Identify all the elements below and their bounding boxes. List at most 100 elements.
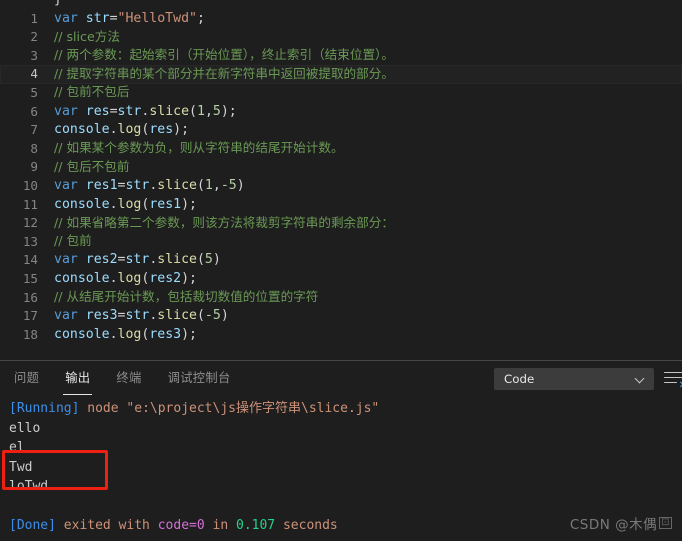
code-token: "HelloTwd" bbox=[117, 10, 197, 26]
code-token: str bbox=[125, 252, 150, 268]
code-token: slice bbox=[149, 103, 190, 119]
code-line-partial: } bbox=[0, 0, 682, 10]
panel-header: 问题输出终端调试控制台 Code ✕ bbox=[0, 361, 682, 396]
code-token: str bbox=[117, 103, 142, 119]
code-line[interactable]: 4 // 提取字符串的某个部分并在新字符串中返回被提取的部分。 bbox=[0, 65, 682, 84]
panel-tab[interactable]: 输出 bbox=[63, 361, 93, 396]
code-token: // 包后不包前 bbox=[54, 158, 130, 174]
code-token: , bbox=[204, 103, 213, 119]
code-token: log bbox=[117, 196, 142, 212]
code-line-list: }1var str="HelloTwd";2// slice方法3// 两个参数… bbox=[0, 0, 682, 344]
panel-actions: Code ✕ bbox=[494, 361, 682, 396]
code-token: ) bbox=[212, 252, 221, 268]
line-number: 11 bbox=[22, 196, 38, 212]
output-segment: [Done] bbox=[9, 518, 56, 533]
line-content: console.log(res3); bbox=[38, 326, 197, 345]
code-token: res2 bbox=[149, 270, 182, 286]
code-token: // 包前不包后 bbox=[54, 84, 130, 100]
code-token: str bbox=[125, 177, 150, 193]
panel-tab[interactable]: 调试控制台 bbox=[168, 361, 231, 396]
code-line[interactable]: 10 var res1=str.slice(1,-5) bbox=[0, 177, 682, 196]
output-segment: seconds bbox=[275, 518, 338, 533]
code-token: log bbox=[117, 326, 142, 342]
output-segment: code=0 bbox=[157, 518, 205, 533]
code-token: res3 bbox=[149, 326, 182, 342]
code-token: console bbox=[54, 122, 110, 138]
code-token: // 包前 bbox=[54, 233, 92, 249]
line-content: var res=str.slice(1,5); bbox=[38, 103, 237, 122]
clear-output-bar bbox=[664, 381, 677, 384]
code-token: ); bbox=[181, 196, 197, 212]
code-line[interactable]: 3 // 两个参数：起始索引（开始位置），终止索引（结束位置）。 bbox=[0, 47, 682, 66]
code-token: var bbox=[54, 308, 86, 324]
code-line[interactable]: 16 // 从结尾开始计数，包括裁切数值的位置的字符 bbox=[0, 289, 682, 308]
code-line[interactable]: 14 var res2=str.slice(5) bbox=[0, 251, 682, 270]
line-number: 5 bbox=[30, 84, 38, 100]
code-line[interactable]: 15 console.log(res2); bbox=[0, 270, 682, 289]
code-token: = bbox=[109, 10, 118, 26]
line-number: 13 bbox=[22, 233, 38, 249]
code-token: ) bbox=[220, 308, 229, 324]
code-line[interactable]: 1 var str="HelloTwd"; bbox=[0, 10, 682, 29]
code-line[interactable]: 18 console.log(res3); bbox=[0, 326, 682, 345]
code-token: ( bbox=[196, 308, 205, 324]
output-line: Twd bbox=[9, 458, 682, 478]
line-content: var res2=str.slice(5) bbox=[38, 251, 221, 270]
code-token: var bbox=[54, 252, 86, 268]
chevron-down-icon bbox=[636, 374, 646, 384]
code-line[interactable]: 8 // 如果某个参数为负，则从字符串的结尾开始计数。 bbox=[0, 140, 682, 159]
output-channel-select[interactable]: Code bbox=[494, 367, 654, 390]
code-token: . bbox=[109, 122, 118, 138]
output-segment: exited with bbox=[55, 518, 158, 533]
code-line[interactable]: 6 var res=str.slice(1,5); bbox=[0, 103, 682, 122]
panel-tab[interactable]: 问题 bbox=[14, 361, 39, 396]
line-number: 6 bbox=[30, 103, 38, 119]
code-token: . bbox=[109, 196, 118, 212]
line-number: 14 bbox=[22, 252, 38, 268]
code-editor[interactable]: }1var str="HelloTwd";2// slice方法3// 两个参数… bbox=[0, 0, 682, 360]
line-number: 1 bbox=[30, 10, 38, 26]
code-line[interactable]: 11 console.log(res1); bbox=[0, 196, 682, 215]
line-content: } bbox=[38, 0, 62, 10]
output-segment: loTwd bbox=[9, 479, 49, 494]
line-number: 3 bbox=[30, 47, 38, 63]
code-line[interactable]: 17 var res3=str.slice(-5) bbox=[0, 307, 682, 326]
code-token: = bbox=[109, 103, 118, 119]
code-token: res2 bbox=[85, 252, 118, 268]
line-content: console.log(res2); bbox=[38, 270, 197, 289]
line-content: // 如果某个参数为负，则从字符串的结尾开始计数。 bbox=[38, 139, 344, 159]
clear-output-bar bbox=[664, 376, 682, 379]
code-line[interactable]: 2 // slice方法 bbox=[0, 28, 682, 47]
code-token: console bbox=[54, 196, 110, 212]
code-line[interactable]: 13 // 包前 bbox=[0, 233, 682, 252]
code-token: 1 bbox=[196, 103, 205, 119]
code-token: var bbox=[54, 103, 86, 119]
output-segment: in bbox=[204, 518, 236, 533]
output-line: el bbox=[9, 438, 682, 458]
code-line[interactable]: 5 // 包前不包后 bbox=[0, 84, 682, 103]
clear-output-icon[interactable]: ✕ bbox=[664, 368, 682, 390]
code-token: res3 bbox=[85, 308, 118, 324]
code-token: // 如果某个参数为负，则从字符串的结尾开始计数。 bbox=[54, 140, 344, 156]
code-token: ( bbox=[189, 103, 197, 119]
line-number: 18 bbox=[22, 326, 38, 342]
code-token: str bbox=[125, 308, 150, 324]
line-content: console.log(res1); bbox=[38, 196, 197, 215]
output-segment: ello bbox=[9, 420, 41, 436]
code-token: slice bbox=[157, 252, 197, 268]
output-segment: 0.107 bbox=[236, 518, 276, 533]
vscode-window: }1var str="HelloTwd";2// slice方法3// 两个参数… bbox=[0, 0, 682, 541]
output-segment: node "e:\project\js操作字符串\slice.js" bbox=[79, 401, 380, 416]
clear-output-bar bbox=[664, 371, 682, 374]
code-token: 5 bbox=[204, 252, 213, 268]
line-number: 8 bbox=[30, 140, 38, 156]
code-line[interactable]: 12 // 如果省略第二个参数，则该方法将裁剪字符串的剩余部分： bbox=[0, 214, 682, 233]
code-line[interactable]: 7 console.log(res); bbox=[0, 121, 682, 140]
code-token: ( bbox=[196, 252, 205, 268]
panel-tab[interactable]: 终端 bbox=[116, 361, 141, 396]
code-token: // 提取字符串的某个部分并在新字符串中返回被提取的部分。 bbox=[54, 65, 394, 81]
panel-tab-list: 问题 输出 终端 调试控制台 bbox=[0, 361, 257, 396]
code-token: console bbox=[54, 270, 110, 286]
code-line[interactable]: 9 // 包后不包前 bbox=[0, 158, 682, 177]
line-number: 12 bbox=[22, 215, 38, 231]
